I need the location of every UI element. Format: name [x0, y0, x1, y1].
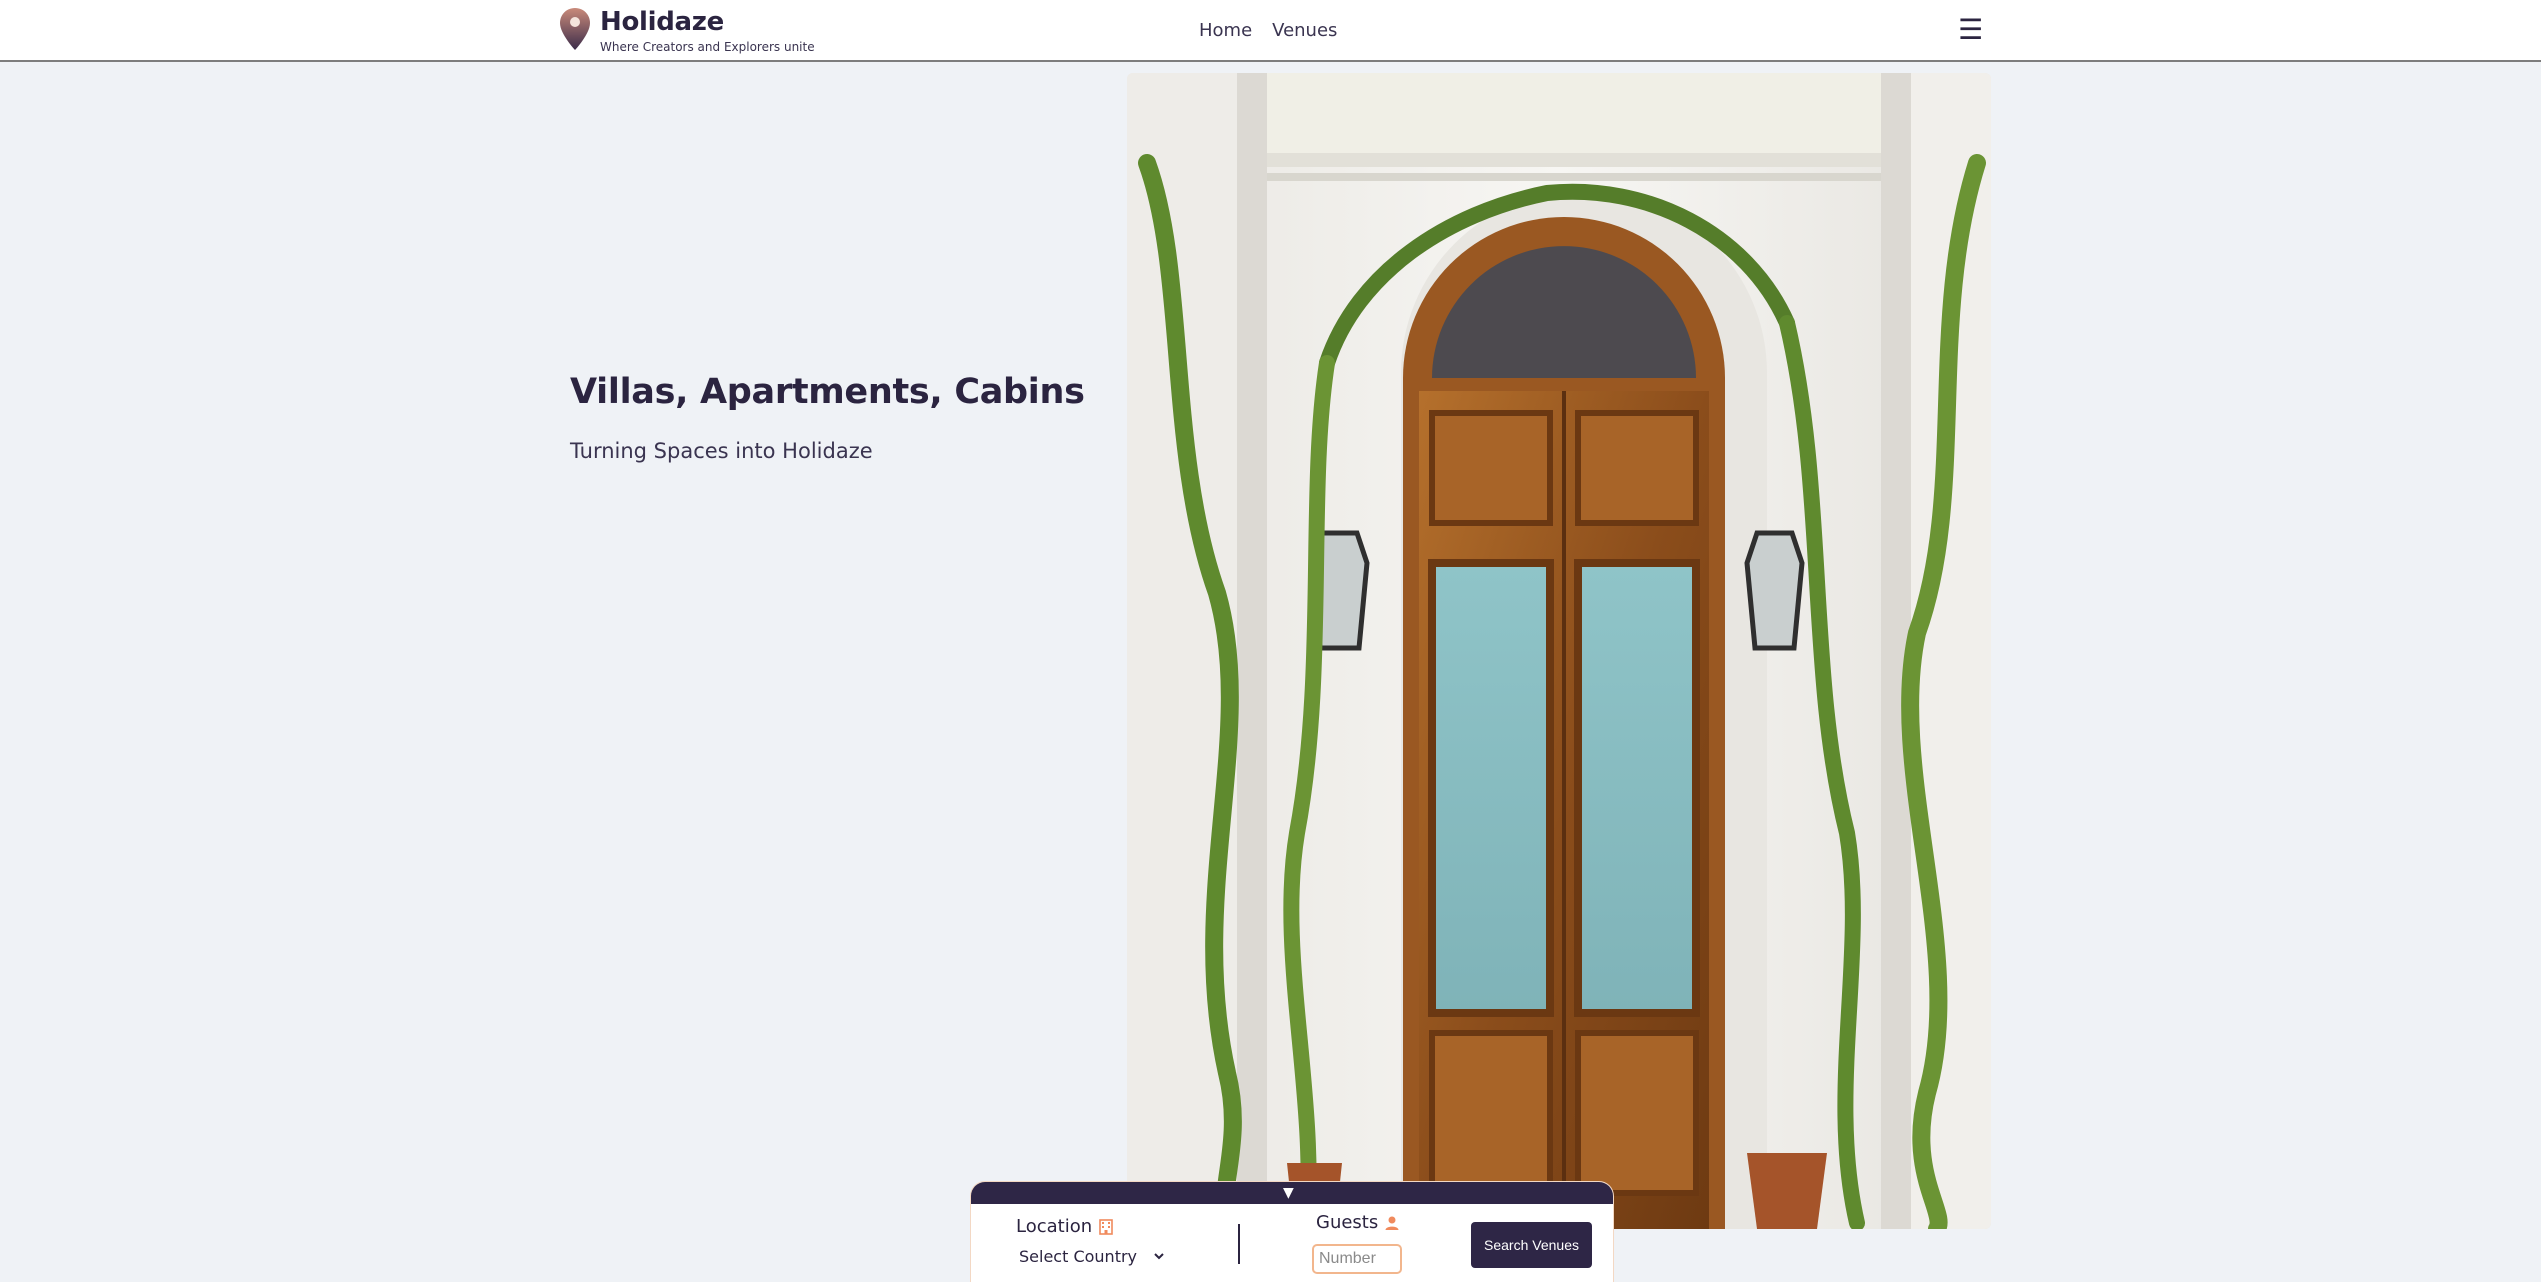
- hero-subtitle: Turning Spaces into Holidaze: [570, 439, 873, 463]
- hotel-icon: [1099, 1218, 1113, 1235]
- location-label: Location: [1016, 1216, 1114, 1237]
- brand-name: Holidaze: [600, 7, 724, 37]
- location-label-text: Location: [1016, 1216, 1093, 1237]
- country-select[interactable]: Select Country: [1015, 1246, 1167, 1267]
- nav-link-venues[interactable]: Venues: [1272, 18, 1337, 44]
- map-pin-icon: [560, 8, 590, 50]
- search-divider: [1238, 1224, 1240, 1264]
- brand-tagline: Where Creators and Explorers unite: [600, 40, 815, 54]
- site-header: Holidaze Where Creators and Explorers un…: [0, 0, 2541, 62]
- door-illustration: [1127, 73, 1991, 1229]
- hero-image: [1127, 73, 1991, 1229]
- caret-down-icon[interactable]: ▼: [1283, 1186, 1294, 1200]
- hero-title: Villas, Apartments, Cabins: [570, 372, 1085, 412]
- search-venues-button[interactable]: Search Venues: [1471, 1222, 1592, 1268]
- guests-label-text: Guests: [1316, 1212, 1379, 1233]
- guests-label: Guests: [1316, 1212, 1400, 1233]
- user-icon: [1385, 1216, 1399, 1230]
- guests-number-input[interactable]: [1312, 1244, 1402, 1274]
- main-nav: Home Venues: [1199, 18, 1337, 44]
- brand-logo-link[interactable]: Holidaze Where Creators and Explorers un…: [558, 6, 815, 54]
- nav-link-home[interactable]: Home: [1199, 18, 1252, 44]
- venue-search-panel: ▼ Location Select Country Guests Search …: [971, 1182, 1613, 1282]
- hamburger-menu-icon[interactable]: ☰: [1958, 16, 1983, 44]
- search-panel-header: ▼: [971, 1182, 1613, 1204]
